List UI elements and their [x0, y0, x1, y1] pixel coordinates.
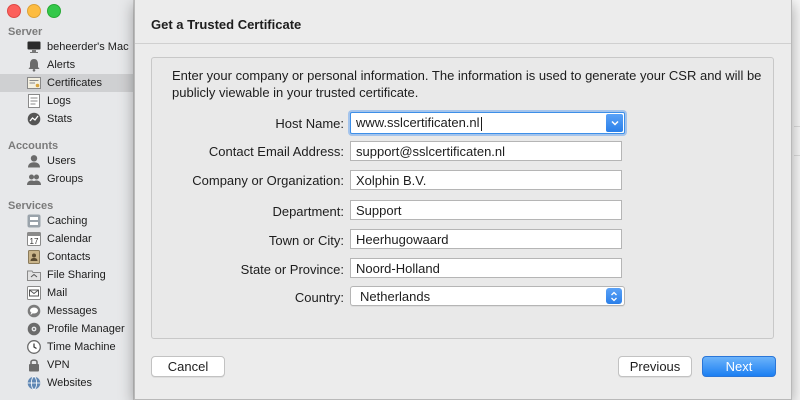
- country-select[interactable]: Netherlands: [350, 286, 625, 306]
- company-label: Company or Organization:: [192, 173, 344, 188]
- sidebar-item-file-sharing[interactable]: File Sharing: [0, 266, 133, 284]
- sidebar-item-label: Calendar: [47, 233, 92, 245]
- host-name-dropdown-button[interactable]: [606, 114, 623, 132]
- sidebar-item-logs[interactable]: Logs: [0, 92, 133, 110]
- department-label: Department:: [272, 204, 344, 219]
- sidebar-item-time-machine[interactable]: Time Machine: [0, 338, 133, 356]
- chevron-down-icon: [610, 120, 619, 126]
- form-panel: Enter your company or personal informati…: [151, 57, 774, 339]
- background-divider: [794, 155, 800, 156]
- stats-icon: [27, 112, 41, 126]
- previous-button[interactable]: Previous: [618, 356, 692, 377]
- sidebar-item-calendar[interactable]: 17 Calendar: [0, 230, 133, 248]
- contact-email-field[interactable]: [350, 141, 622, 161]
- window-controls: [7, 4, 61, 18]
- dialog-description: Enter your company or personal informati…: [172, 68, 762, 100]
- sidebar-item-alerts[interactable]: Alerts: [0, 56, 133, 74]
- cancel-button[interactable]: Cancel: [151, 356, 225, 377]
- background-divider: [794, 126, 800, 127]
- state-field[interactable]: [350, 258, 622, 278]
- sidebar-item-label: Alerts: [47, 59, 76, 71]
- sidebar-item-label: Stats: [47, 113, 73, 125]
- next-button[interactable]: Next: [702, 356, 776, 377]
- sidebar-item-websites[interactable]: Websites: [0, 374, 133, 392]
- groups-icon: [27, 172, 41, 186]
- file-sharing-icon: [27, 268, 41, 282]
- sidebar-item-mail[interactable]: Mail: [0, 284, 133, 302]
- profile-manager-icon: [27, 322, 41, 336]
- websites-icon: [27, 376, 41, 390]
- certificate-sheet-dialog: Get a Trusted Certificate Enter your com…: [134, 0, 792, 400]
- certificates-icon: [27, 76, 41, 90]
- sidebar-item-label: Messages: [47, 305, 98, 317]
- sidebar-item-label: Groups: [47, 173, 84, 185]
- sidebar-item-profile-manager[interactable]: Profile Manager: [0, 320, 133, 338]
- zoom-window-button[interactable]: [47, 4, 61, 18]
- vpn-icon: [27, 358, 41, 372]
- calendar-icon: 17: [27, 232, 41, 246]
- sidebar-item-messages[interactable]: Messages: [0, 302, 133, 320]
- sidebar-item-label: Time Machine: [47, 341, 116, 353]
- sidebar-item-groups[interactable]: Groups: [0, 170, 133, 188]
- department-field[interactable]: [350, 200, 622, 220]
- sidebar-item-label: Caching: [47, 215, 88, 227]
- sidebar-item-certificates[interactable]: Certificates: [0, 74, 133, 92]
- sidebar-item-label: File Sharing: [47, 269, 106, 281]
- sidebar-item-label: Contacts: [47, 251, 91, 263]
- mail-icon: [27, 286, 41, 300]
- sidebar-item-caching[interactable]: Caching: [0, 212, 133, 230]
- host-name-combobox[interactable]: www.sslcertificaten.nl: [350, 112, 625, 134]
- sidebar-item-label: Profile Manager: [47, 323, 125, 335]
- country-label: Country:: [294, 290, 344, 305]
- close-window-button[interactable]: [7, 4, 21, 18]
- sidebar-item-stats[interactable]: Stats: [0, 110, 133, 128]
- sidebar-item-label: VPN: [47, 359, 70, 371]
- up-down-arrows-icon: [606, 288, 622, 304]
- contacts-icon: [27, 250, 41, 264]
- sidebar-item-label: Mail: [47, 287, 68, 299]
- sidebar-item-label: Websites: [47, 377, 93, 389]
- sidebar-item-users[interactable]: Users: [0, 152, 133, 170]
- minimize-window-button[interactable]: [27, 4, 41, 18]
- sidebar-item-label: Logs: [47, 95, 71, 107]
- sidebar-item-contacts[interactable]: Contacts: [0, 248, 133, 266]
- logs-icon: [27, 94, 41, 108]
- sidebar-section-header-server: Server: [8, 26, 43, 38]
- sidebar-item-label: Users: [47, 155, 76, 167]
- time-machine-icon: [27, 340, 41, 354]
- svg-text:17: 17: [30, 237, 39, 246]
- country-value: Netherlands: [360, 288, 431, 304]
- app-window: Server beheerder's Mac Alerts Certificat…: [0, 0, 800, 400]
- town-label: Town or City:: [268, 233, 344, 248]
- alerts-icon: [27, 58, 41, 72]
- host-name-label: Host Name:: [275, 116, 344, 131]
- state-label: State or Province:: [240, 262, 344, 277]
- sidebar-section-header-accounts: Accounts: [8, 140, 59, 152]
- mac-icon: [27, 40, 41, 54]
- company-field[interactable]: [350, 170, 622, 190]
- user-icon: [27, 154, 41, 168]
- host-name-value-wrap: www.sslcertificaten.nl: [351, 115, 606, 131]
- sidebar-item-label: Certificates: [47, 77, 103, 89]
- sidebar-item-vpn[interactable]: VPN: [0, 356, 133, 374]
- dialog-title: Get a Trusted Certificate: [151, 17, 302, 32]
- town-field[interactable]: [350, 229, 622, 249]
- host-name-value: www.sslcertificaten.nl: [356, 115, 480, 131]
- contact-email-label: Contact Email Address:: [208, 144, 344, 159]
- messages-icon: [27, 304, 41, 318]
- caching-icon: [27, 214, 41, 228]
- sidebar: Server beheerder's Mac Alerts Certificat…: [0, 0, 134, 400]
- sidebar-section-header-services: Services: [8, 200, 54, 212]
- sidebar-item-mac[interactable]: beheerder's Mac: [0, 38, 133, 56]
- sidebar-item-label: beheerder's Mac: [47, 41, 129, 53]
- title-divider: [135, 43, 791, 44]
- text-caret: [480, 116, 482, 131]
